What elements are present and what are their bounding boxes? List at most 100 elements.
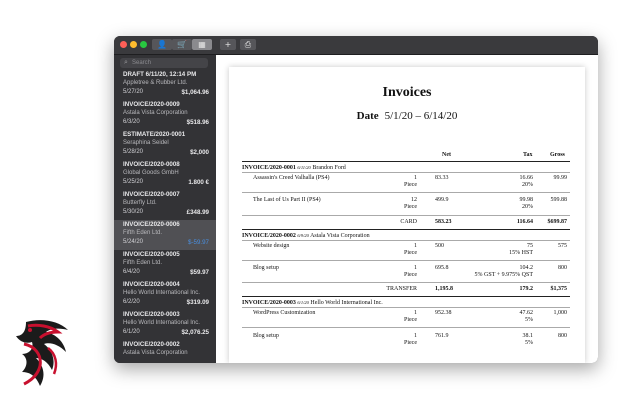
line-description: The Last of Us Part II (PS4) <box>253 197 321 203</box>
list-item[interactable]: DRAFT 6/11/20, 12:14 PM Appletree & Rubb… <box>114 70 216 100</box>
item-date: 6/1/20 <box>123 329 140 335</box>
line-tax: 16.66 <box>519 175 534 181</box>
item-title: ESTIMATE/2020-0001 <box>123 131 186 138</box>
people-icon[interactable]: 👤 <box>152 39 172 50</box>
list-item[interactable]: INVOICE/2020-0004 Hello World Internatio… <box>114 280 216 310</box>
row-divider <box>242 215 570 216</box>
search-input[interactable]: ⌕ Search <box>120 58 208 68</box>
item-client: Fifth Eden Ltd. <box>123 260 163 266</box>
row-divider <box>242 192 570 193</box>
line-net: 83.33 <box>435 175 449 181</box>
item-client: Hello World International Inc. <box>123 320 200 326</box>
item-client: Astala Vista Corporation <box>123 350 188 356</box>
item-date: 5/27/20 <box>123 89 144 95</box>
date-range-row: Date 5/1/20 – 6/14/20 <box>229 110 585 122</box>
line-description: Blog setup <box>253 265 279 271</box>
line-net: 761.9 <box>435 333 449 339</box>
item-title: INVOICE/2020-0008 <box>123 161 180 168</box>
item-date: 5/30/20 <box>123 209 144 215</box>
item-date: 5/24/20 <box>123 239 144 245</box>
row-divider <box>242 307 570 308</box>
total-tax: 116.64 <box>516 219 533 225</box>
line-tax: 99.98 <box>519 197 534 203</box>
line-gross: 800 <box>558 333 567 339</box>
line-tax-rate: 5% GST + 9.975% QST <box>474 272 533 278</box>
item-title: DRAFT 6/11/20, 12:14 PM <box>123 71 197 78</box>
column-header-net: Net <box>442 152 451 158</box>
report-title: Invoices <box>382 85 432 100</box>
line-net: 500 <box>435 243 444 249</box>
list-item[interactable]: INVOICE/2020-0007 Butterfly Ltd. 5/30/20… <box>114 190 216 220</box>
list-item[interactable]: ESTIMATE/2020-0001 Seraphina Seidel 5/28… <box>114 130 216 160</box>
line-tax-rate: 15% HST <box>509 250 533 256</box>
document-list: ⌕ Search DRAFT 6/11/20, 12:14 PM Appletr… <box>114 55 216 363</box>
line-unit: Piece <box>404 204 417 210</box>
row-divider <box>242 327 570 328</box>
add-button[interactable]: + <box>220 39 236 50</box>
line-quantity: 1 <box>414 310 417 316</box>
line-unit: Piece <box>404 272 417 278</box>
line-unit: Piece <box>404 182 417 188</box>
zoom-button[interactable] <box>140 41 147 48</box>
line-tax: 75 <box>527 243 533 249</box>
line-tax: 38.1 <box>522 333 534 339</box>
list-item[interactable]: INVOICE/2020-0005 Fifth Eden Ltd. 6/4/20… <box>114 250 216 280</box>
invoice-client: Astala Vista Corporation <box>310 233 370 239</box>
list-item[interactable]: INVOICE/2020-0003 Hello World Internatio… <box>114 310 216 340</box>
line-quantity: 12 <box>411 197 417 203</box>
item-client: Hello World International Inc. <box>123 290 200 296</box>
print-button[interactable]: ⎙ <box>240 39 256 50</box>
line-tax: 104.2 <box>519 265 534 271</box>
invoices-grid-icon[interactable]: ▦ <box>192 39 212 50</box>
line-description: Blog setup <box>253 333 279 339</box>
invoice-header: INVOICE/2020-0003 6/1/20 Hello World Int… <box>242 299 383 307</box>
line-description: Assassin's Creed Valhalla (PS4) <box>253 175 330 181</box>
line-quantity: 1 <box>414 265 417 271</box>
row-divider <box>242 260 570 261</box>
total-tax: 179.2 <box>519 286 534 292</box>
item-amount: 1.800 € <box>188 179 209 186</box>
list-item[interactable]: INVOICE/2020-0002 Astala Vista Corporati… <box>114 340 216 363</box>
dragon-logo <box>16 320 68 386</box>
invoice-rule <box>242 229 570 230</box>
close-button[interactable] <box>120 41 127 48</box>
total-gross: $1,375 <box>550 286 568 292</box>
payment-method: CARD <box>400 219 417 225</box>
item-date: 6/2/20 <box>123 299 140 305</box>
list-item-selected[interactable]: INVOICE/2020-0006 Fifth Eden Ltd. 5/24/2… <box>114 220 216 250</box>
line-description: WordPress Customization <box>253 310 316 316</box>
item-amount: $1,064.96 <box>181 89 209 96</box>
line-gross: 800 <box>558 265 567 271</box>
item-amount: $-59.97 <box>188 239 209 246</box>
line-net: 499.9 <box>435 197 449 203</box>
line-gross: 575 <box>558 243 567 249</box>
item-title: INVOICE/2020-0005 <box>123 251 180 258</box>
invoice-date: 6/11/20 <box>297 165 311 170</box>
invoice-date: 6/9/20 <box>297 233 309 238</box>
invoice-rule <box>242 296 570 297</box>
item-client: Fifth Eden Ltd. <box>123 230 163 236</box>
item-title: INVOICE/2020-0002 <box>123 341 180 348</box>
list-item[interactable]: INVOICE/2020-0009 Astala Vista Corporati… <box>114 100 216 130</box>
item-date: 5/28/20 <box>123 149 144 155</box>
invoice-client: Hello World International Inc. <box>310 300 383 306</box>
item-client: Butterfly Ltd. <box>123 200 157 206</box>
item-client: Global Goods GmbH <box>123 170 179 176</box>
item-client: Appletree & Rubber Ltd. <box>123 80 188 86</box>
item-title: INVOICE/2020-0004 <box>123 281 180 288</box>
line-quantity: 1 <box>414 175 417 181</box>
list-item[interactable]: INVOICE/2020-0008 Global Goods GmbH 5/25… <box>114 160 216 190</box>
item-title: INVOICE/2020-0006 <box>123 221 180 228</box>
line-tax: 47.62 <box>519 310 534 316</box>
line-quantity: 1 <box>414 243 417 249</box>
report-preview: Invoices Date 5/1/20 – 6/14/20 Net Tax Gr… <box>216 55 598 363</box>
item-client: Seraphina Seidel <box>123 140 169 146</box>
item-amount: $2,076.25 <box>181 329 209 336</box>
invoice-number: INVOICE/2020-0001 <box>242 165 296 171</box>
cart-icon[interactable]: 🛒 <box>172 39 192 50</box>
invoice-header: INVOICE/2020-0002 6/9/20 Astala Vista Co… <box>242 232 370 240</box>
item-amount: $2,000 <box>190 149 209 156</box>
minimize-button[interactable] <box>130 41 137 48</box>
row-divider <box>242 172 570 173</box>
title-bar: 👤 🛒 ▦ + ⎙ <box>114 36 598 55</box>
